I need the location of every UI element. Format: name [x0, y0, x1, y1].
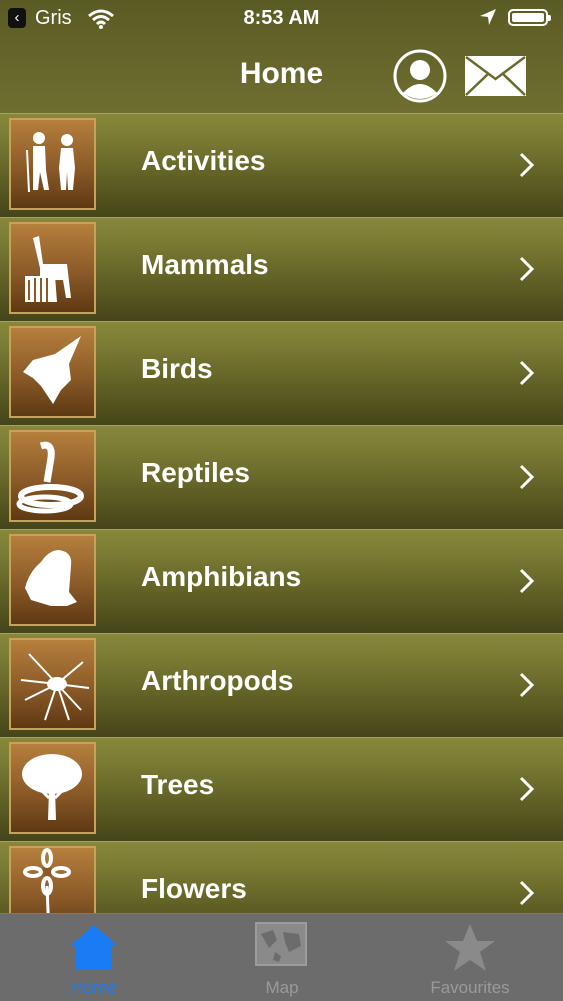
- tab-label: Home: [71, 978, 117, 997]
- house-icon: [70, 925, 118, 970]
- snake-icon: [9, 430, 96, 522]
- hikers-icon: [9, 118, 96, 210]
- list-item-reptiles[interactable]: Reptiles: [0, 425, 563, 529]
- chevron-right-icon: [519, 360, 535, 386]
- tab-favourites[interactable]: Favourites: [376, 914, 563, 1001]
- chevron-right-icon: [519, 776, 535, 802]
- map-icon: [255, 922, 307, 966]
- daisy-icon: [9, 846, 96, 913]
- list-item-label: Flowers: [141, 873, 247, 904]
- chevron-right-icon: [519, 464, 535, 490]
- tab-bar: Home Map Favourites: [0, 913, 563, 1001]
- list-item-amphibians[interactable]: Amphibians: [0, 529, 563, 633]
- chevron-right-icon: [519, 672, 535, 698]
- list-item-label: Activities: [141, 145, 266, 176]
- frog-icon: [9, 534, 96, 626]
- list-item-activities[interactable]: Activities: [0, 113, 563, 217]
- navigation-header: ‹ Gris 8:53 AM Home: [0, 0, 563, 113]
- spider-icon: [9, 638, 96, 730]
- giraffe-zebra-icon: [9, 222, 96, 314]
- tab-home[interactable]: Home: [0, 914, 188, 1001]
- list-item-mammals[interactable]: Mammals: [0, 217, 563, 321]
- list-item-flowers[interactable]: Flowers: [0, 841, 563, 913]
- list-item-label: Amphibians: [141, 561, 302, 592]
- chevron-right-icon: [519, 256, 535, 282]
- category-list[interactable]: Activities Mammals Birds Reptiles Amphib…: [0, 113, 563, 913]
- location-arrow-icon: [480, 9, 496, 25]
- tab-label: Favourites: [430, 978, 510, 997]
- status-bar: ‹ Gris 8:53 AM: [0, 0, 563, 40]
- mail-icon[interactable]: [464, 55, 527, 97]
- battery-icon: [508, 9, 551, 26]
- profile-icon[interactable]: [393, 49, 447, 103]
- tab-map[interactable]: Map: [188, 914, 376, 1001]
- list-item-label: Reptiles: [141, 457, 250, 488]
- chevron-right-icon: [519, 568, 535, 594]
- list-item-label: Arthropods: [141, 665, 294, 696]
- list-item-label: Trees: [141, 769, 215, 800]
- list-item-birds[interactable]: Birds: [0, 321, 563, 425]
- list-item-trees[interactable]: Trees: [0, 737, 563, 841]
- bird-icon: [9, 326, 96, 418]
- tab-label: Map: [265, 978, 299, 997]
- list-item-label: Birds: [141, 353, 213, 384]
- star-icon: [445, 924, 495, 971]
- chevron-right-icon: [519, 152, 535, 178]
- list-item-arthropods[interactable]: Arthropods: [0, 633, 563, 737]
- list-item-label: Mammals: [141, 249, 269, 280]
- tree-icon: [9, 742, 96, 834]
- chevron-right-icon: [519, 880, 535, 906]
